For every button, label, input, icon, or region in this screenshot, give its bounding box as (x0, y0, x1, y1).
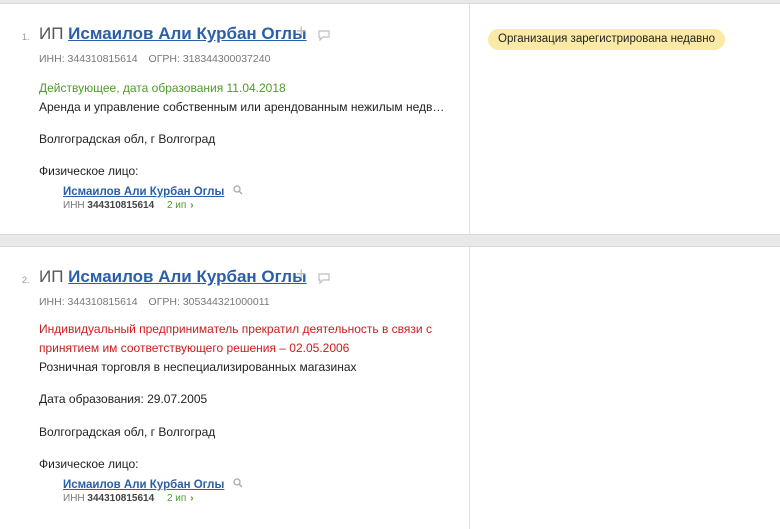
company-card-2: 2. ИП Исмаилов Али Курбан Оглы + ИНН: 34… (0, 246, 780, 529)
company-name-link[interactable]: Исмаилов Али Курбан Оглы (68, 267, 306, 286)
person-label: Физическое лицо: (39, 164, 139, 178)
status-text: Действующее, дата образования 11.04.2018 (39, 81, 286, 95)
chevron-right-icon: › (190, 200, 194, 211)
person-inn-value: 344310815614 (87, 200, 155, 211)
entry-title: ИП Исмаилов Али Курбан Оглы (39, 267, 307, 287)
company-name-link[interactable]: Исмаилов Али Курбан Оглы (68, 24, 306, 43)
activity-text: Аренда и управление собственным или арен… (39, 100, 445, 114)
plus-icon[interactable]: + (296, 22, 308, 40)
ip-count-text: 2 ип (166, 493, 187, 504)
person-inn-row: ИНН 344310815614 2 ип › (63, 493, 194, 504)
person-inn-value: 344310815614 (87, 493, 155, 504)
registration-ids: ИНН: 344310815614 ОГРН: 305344321000011 (39, 296, 270, 308)
column-divider (469, 4, 470, 234)
person-label: Физическое лицо: (39, 457, 139, 471)
region-text: Волгоградская обл, г Волгоград (39, 425, 216, 439)
entry-index: 1. (22, 32, 30, 42)
magnifier-icon[interactable] (233, 182, 243, 200)
ogrn-text: ОГРН: 305344321000011 (148, 296, 270, 308)
registration-ids: ИНН: 344310815614 ОГРН: 318344300037240 (39, 53, 270, 65)
plus-icon[interactable]: + (296, 265, 308, 283)
region-text: Волгоградская обл, г Волгоград (39, 132, 216, 146)
activity-text: Розничная торговля в неспециализированны… (39, 360, 357, 374)
person-row: Исмаилов Али Курбан Оглы (63, 182, 243, 200)
inn-text: ИНН: 344310815614 (39, 296, 138, 308)
entry-index: 2. (22, 275, 30, 285)
status-text-line-2: принятием им соответствующего решения – … (39, 341, 350, 355)
status-text-line-1: Индивидуальный предприниматель прекратил… (39, 322, 432, 336)
chevron-right-icon: › (190, 493, 194, 504)
ogrn-text: ОГРН: 318344300037240 (148, 53, 271, 65)
person-name-link[interactable]: Исмаилов Али Курбан Оглы (63, 479, 224, 491)
comment-icon[interactable] (318, 271, 330, 285)
formation-date-text: Дата образования: 29.07.2005 (39, 392, 208, 406)
person-row: Исмаилов Али Курбан Оглы (63, 475, 243, 493)
entity-type: ИП (39, 267, 64, 286)
person-inn-label: ИНН (63, 493, 85, 504)
magnifier-icon[interactable] (233, 475, 243, 493)
comment-icon[interactable] (318, 28, 330, 42)
ip-count-text: 2 ип (166, 200, 187, 211)
inn-text: ИНН: 344310815614 (39, 53, 138, 65)
person-inn-row: ИНН 344310815614 2 ип › (63, 200, 194, 211)
company-card-1: 1. ИП Исмаилов Али Курбан Оглы + ИНН: 34… (0, 3, 780, 235)
entity-type: ИП (39, 24, 64, 43)
entry-title: ИП Исмаилов Али Курбан Оглы (39, 24, 307, 44)
ip-count-link[interactable]: 2 ип › (167, 200, 194, 211)
ip-count-link[interactable]: 2 ип › (167, 493, 194, 504)
person-name-link[interactable]: Исмаилов Али Курбан Оглы (63, 186, 224, 198)
person-inn-label: ИНН (63, 200, 85, 211)
column-divider (469, 247, 470, 529)
recently-registered-badge: Организация зарегистрирована недавно (488, 29, 726, 50)
